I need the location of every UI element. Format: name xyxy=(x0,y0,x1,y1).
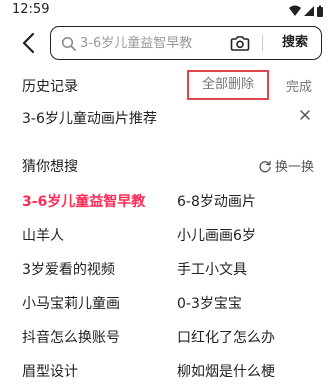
suggest-item[interactable]: 口红化了怎么办 xyxy=(177,327,275,347)
suggest-item[interactable]: 小儿画画6岁 xyxy=(177,225,256,245)
suggest-item[interactable]: 手工小文具 xyxy=(177,259,247,279)
suggest-item[interactable]: 抖音怎么换账号 xyxy=(22,327,120,347)
refresh-icon xyxy=(259,160,271,172)
suggest-item[interactable]: 柳如烟是什么梗 xyxy=(177,361,275,381)
suggest-item[interactable]: 山羊人 xyxy=(22,225,64,245)
back-button[interactable] xyxy=(14,26,42,60)
wifi-icon xyxy=(289,5,301,16)
suggest-title: 猜你想搜 xyxy=(22,159,78,175)
status-time: 12:59 xyxy=(12,2,50,17)
suggest-item[interactable]: 3岁爱看的视频 xyxy=(22,259,115,279)
suggest-item[interactable]: 眉型设计 xyxy=(22,361,78,381)
search-input[interactable] xyxy=(80,31,230,55)
back-arrow-icon xyxy=(22,32,35,54)
search-box[interactable]: 搜索 xyxy=(50,26,322,60)
camera-icon[interactable] xyxy=(230,34,250,52)
done-button[interactable]: 完成 xyxy=(286,76,312,95)
battery-icon xyxy=(317,7,323,17)
close-icon[interactable] xyxy=(298,108,312,122)
search-button[interactable]: 搜索 xyxy=(273,32,317,54)
refresh-button[interactable]: 换一换 xyxy=(258,156,314,175)
signal-icon xyxy=(304,6,314,16)
status-bar: 12:59 xyxy=(0,0,336,24)
delete-all-button[interactable]: 全部删除 xyxy=(187,70,269,100)
history-item[interactable]: 3-6岁儿童动画片推荐 xyxy=(0,103,336,131)
suggest-item[interactable]: 6-8岁动画片 xyxy=(177,191,256,211)
suggest-item[interactable]: 小马宝莉儿童画 xyxy=(22,293,120,313)
history-item-label[interactable]: 3-6岁儿童动画片推荐 xyxy=(22,108,157,128)
status-icons xyxy=(289,5,323,17)
suggest-item[interactable]: 0-3岁宝宝 xyxy=(177,293,242,313)
refresh-label: 换一换 xyxy=(275,160,315,175)
history-header: 历史记录 全部删除 完成 xyxy=(0,70,336,100)
search-icon xyxy=(61,36,76,51)
history-title: 历史记录 xyxy=(22,79,78,95)
search-divider xyxy=(262,35,263,51)
search-bar: 搜索 xyxy=(0,26,336,62)
suggest-header: 猜你想搜 换一换 xyxy=(0,150,336,180)
suggest-item[interactable]: 3-6岁儿童益智早教 xyxy=(22,191,145,211)
